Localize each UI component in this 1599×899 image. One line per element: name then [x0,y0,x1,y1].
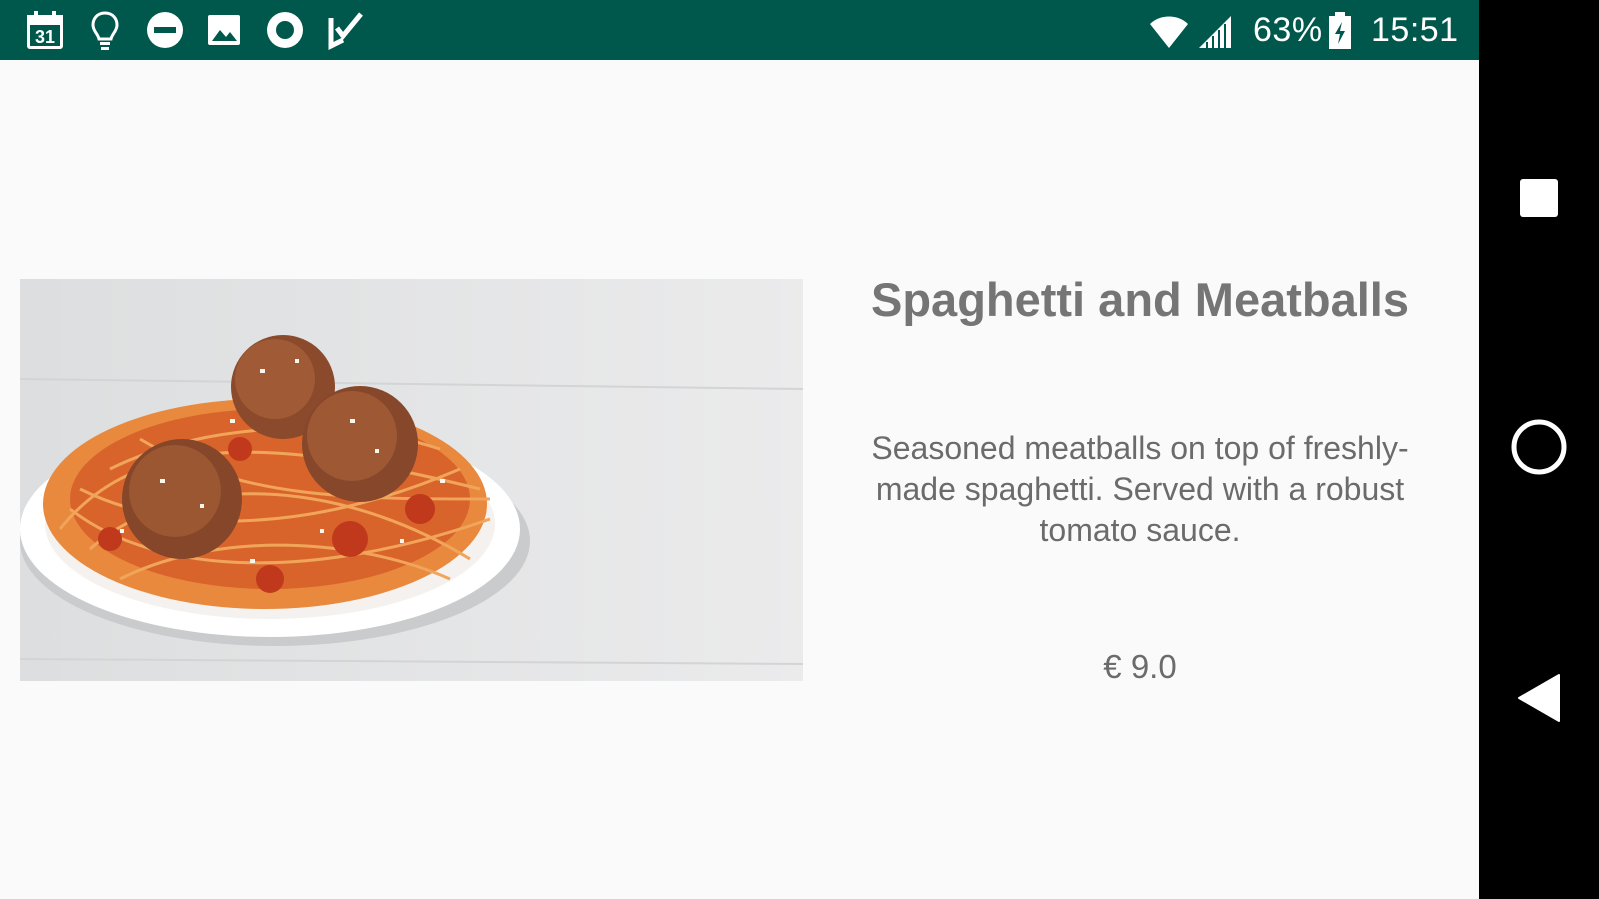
dish-detail-screen: Spaghetti and Meatballs Seasoned meatbal… [0,60,1479,899]
status-bar: 31 63% 15:51 [0,0,1479,60]
clock: 15:51 [1371,11,1459,49]
home-circle-icon [1510,418,1568,481]
back-button[interactable] [1479,668,1599,732]
calendar-day: 31 [35,27,55,47]
battery-charging-icon [1327,10,1353,50]
checkmark-app-icon [328,10,364,51]
home-button[interactable] [1479,414,1599,484]
back-triangle-icon [1517,673,1561,728]
signal-icon [1197,10,1233,50]
lightbulb-icon [90,10,120,50]
battery-percentage: 63% [1253,11,1323,49]
dish-description: Seasoned meatballs on top of freshly-mad… [871,430,1409,548]
recents-square-icon [1519,178,1559,223]
calendar-icon: 31 [25,10,65,50]
recents-button[interactable] [1479,170,1599,230]
wifi-icon [1148,10,1190,50]
do-not-disturb-icon [145,10,185,50]
dish-image [20,279,803,681]
dish-title: Spaghetti and Meatballs [871,273,1409,326]
navigation-bar [1479,0,1599,899]
dish-price: € 9.0 [1103,648,1177,685]
record-icon [265,10,305,50]
image-icon [206,10,242,50]
